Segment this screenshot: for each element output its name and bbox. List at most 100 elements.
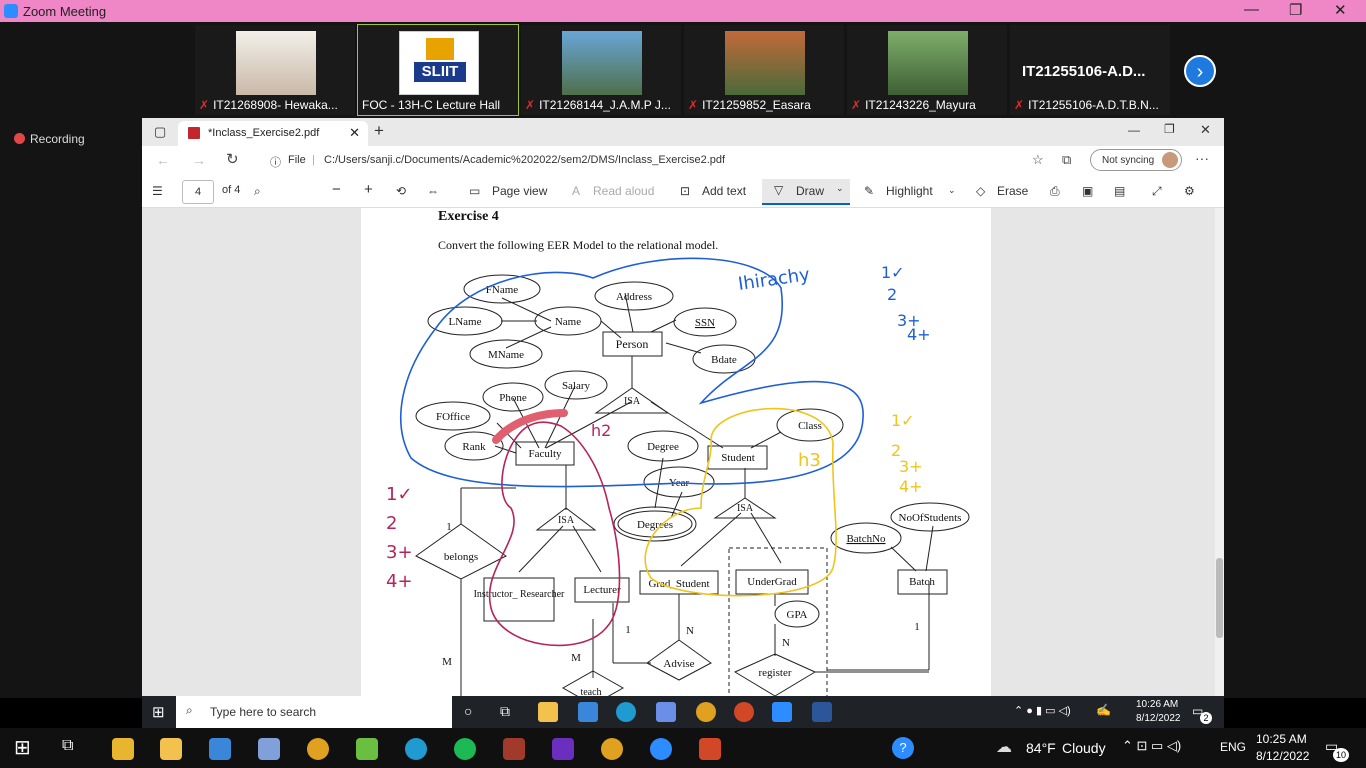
annotation-list-a-2: 2 bbox=[887, 285, 897, 304]
vertical-scrollbar[interactable] bbox=[1215, 208, 1224, 696]
refresh-icon[interactable]: ↻ bbox=[226, 150, 239, 168]
chrome-icon[interactable] bbox=[696, 702, 716, 722]
visual-studio-icon[interactable] bbox=[552, 738, 574, 760]
profile-sync-button[interactable]: Not syncing bbox=[1090, 149, 1182, 171]
cortana-icon[interactable]: ○ bbox=[464, 703, 472, 719]
participant-tile[interactable]: ✗ IT21243226_Mayura bbox=[847, 25, 1007, 115]
chevron-down-icon[interactable]: ⌄ bbox=[948, 185, 956, 196]
close-button[interactable]: ✕ bbox=[1200, 122, 1211, 138]
annotation-list-b-1: 1✓ bbox=[891, 411, 915, 430]
zoom-in-icon[interactable]: + bbox=[364, 181, 373, 198]
close-tab-icon[interactable]: ✕ bbox=[349, 125, 360, 141]
spotify-icon[interactable] bbox=[454, 738, 476, 760]
add-text-button[interactable]: Add text bbox=[702, 184, 746, 198]
edge-icon[interactable] bbox=[616, 702, 636, 722]
participant-tile[interactable]: ✗ IT21268144_J.A.M.P J... bbox=[521, 25, 681, 115]
windows-start-icon[interactable]: ⊞ bbox=[152, 703, 165, 721]
chevron-down-icon[interactable]: ⌄ bbox=[836, 183, 844, 194]
remote-search-box[interactable]: ⌕ Type here to search bbox=[176, 696, 452, 728]
chrome-icon[interactable] bbox=[307, 738, 329, 760]
file-explorer-icon[interactable] bbox=[160, 738, 182, 760]
recording-indicator[interactable]: Recording bbox=[14, 132, 85, 146]
word-icon[interactable] bbox=[812, 702, 832, 722]
entity-faculty: Faculty bbox=[529, 448, 562, 460]
participant-tile[interactable]: IT21255106-A.D... ✗ IT21255106-A.D.T.B.N.… bbox=[1010, 25, 1170, 115]
clock-time[interactable]: 10:25 AM bbox=[1256, 732, 1307, 746]
windows-start-icon[interactable]: ⊞ bbox=[14, 735, 31, 760]
isa-person: ISA bbox=[624, 396, 641, 407]
close-button[interactable]: ✕ bbox=[1334, 1, 1347, 19]
cloud-icon: ☁ bbox=[996, 739, 1012, 756]
chrome-icon-2[interactable] bbox=[601, 738, 623, 760]
save-icon[interactable]: ▣ bbox=[1082, 184, 1093, 198]
more-menu-icon[interactable]: ··· bbox=[1195, 150, 1209, 166]
participant-tile[interactable]: ✗ IT21259852_Easara bbox=[684, 25, 844, 115]
tab-actions-icon[interactable]: ▢ bbox=[154, 124, 166, 140]
file-label: File bbox=[288, 154, 306, 166]
minimize-button[interactable]: — bbox=[1244, 1, 1259, 18]
annotation-h3: h3 bbox=[798, 450, 821, 471]
attr-foffice: FOffice bbox=[436, 411, 470, 423]
powerpoint-icon[interactable] bbox=[699, 738, 721, 760]
maximize-button[interactable]: ❐ bbox=[1164, 122, 1175, 136]
remote-clock-date: 8/12/2022 bbox=[1136, 713, 1181, 724]
rotate-icon[interactable]: ⟲ bbox=[396, 184, 406, 198]
next-page-arrow-icon[interactable]: › bbox=[1184, 55, 1216, 87]
url-field[interactable]: ⓘ File | C:/Users/sanji.c/Documents/Acad… bbox=[260, 149, 1018, 173]
notepad-icon[interactable] bbox=[356, 738, 378, 760]
paint-icon[interactable] bbox=[258, 738, 280, 760]
collections-icon[interactable]: ⧉ bbox=[1062, 152, 1071, 168]
file-explorer-icon[interactable] bbox=[538, 702, 558, 722]
edge-icon[interactable] bbox=[405, 738, 427, 760]
new-tab-icon[interactable]: + bbox=[374, 121, 384, 141]
zoom-icon[interactable] bbox=[772, 702, 792, 722]
page-view-icon[interactable]: ▭ bbox=[469, 184, 480, 198]
print-icon[interactable]: ⎙ bbox=[1050, 184, 1060, 199]
mail-icon[interactable] bbox=[209, 738, 231, 760]
participant-video bbox=[562, 31, 642, 95]
clock-date[interactable]: 8/12/2022 bbox=[1256, 749, 1309, 763]
system-tray-icons[interactable]: ⌃ ● ▮ ▭ ◁) bbox=[1014, 704, 1071, 717]
zoom-out-icon[interactable]: − bbox=[332, 181, 341, 198]
forward-icon[interactable]: → bbox=[192, 152, 206, 168]
tab-pdf[interactable]: *Inclass_Exercise2.pdf ✕ bbox=[178, 121, 368, 146]
tray-icons[interactable]: ⌃ ⊡ ▭ ◁) bbox=[1122, 738, 1181, 754]
draw-button[interactable]: ▽ Draw ⌄ bbox=[762, 179, 850, 205]
read-aloud-button[interactable]: Read aloud bbox=[593, 184, 654, 198]
task-view-icon[interactable]: ⧉ bbox=[500, 703, 510, 720]
restore-button[interactable]: ❐ bbox=[1289, 1, 1302, 19]
fullscreen-icon[interactable]: ⤢ bbox=[1152, 184, 1162, 199]
scroll-thumb[interactable] bbox=[1216, 558, 1223, 638]
mail-icon[interactable] bbox=[578, 702, 598, 722]
participant-tile[interactable]: ✗ IT21268908- Hewaka... bbox=[195, 25, 355, 115]
erase-button[interactable]: Erase bbox=[997, 184, 1028, 198]
save-as-icon[interactable]: ▤ bbox=[1114, 184, 1125, 198]
minimize-button[interactable]: — bbox=[1128, 123, 1140, 137]
page-view-button[interactable]: Page view bbox=[492, 184, 547, 198]
back-icon[interactable]: ← bbox=[156, 152, 170, 168]
store-icon[interactable] bbox=[112, 738, 134, 760]
search-icon[interactable]: ⌕ bbox=[254, 184, 261, 199]
isa-faculty: ISA bbox=[558, 515, 575, 526]
help-icon[interactable]: ? bbox=[892, 737, 914, 759]
store-icon[interactable] bbox=[656, 702, 676, 722]
tab-title: *Inclass_Exercise2.pdf bbox=[208, 127, 320, 139]
powerpoint-icon[interactable] bbox=[734, 702, 754, 722]
participant-tile-active[interactable]: SLIIT FOC - 13H-C Lecture Hall bbox=[357, 24, 519, 116]
pen-icon[interactable]: ✍ bbox=[1096, 703, 1111, 717]
contents-icon[interactable]: ☰ bbox=[152, 184, 163, 198]
winrar-icon[interactable] bbox=[503, 738, 525, 760]
participant-gallery: ✗ IT21268908- Hewaka... SLIIT FOC - 13H-C… bbox=[0, 22, 1366, 118]
task-view-icon[interactable]: ⧉ bbox=[62, 737, 73, 755]
highlight-button[interactable]: Highlight bbox=[886, 184, 933, 198]
weather-temp[interactable]: 84°F bbox=[1026, 740, 1056, 756]
card-m: M bbox=[442, 656, 452, 668]
settings-gear-icon[interactable]: ⚙ bbox=[1184, 184, 1195, 198]
page-number-input[interactable]: 4 bbox=[182, 180, 214, 204]
attr-batchno: BatchNo bbox=[846, 533, 886, 545]
favorites-icon[interactable]: ☆ bbox=[1032, 152, 1044, 168]
zoom-icon[interactable] bbox=[650, 738, 672, 760]
language-indicator[interactable]: ENG bbox=[1220, 740, 1246, 754]
weather-desc[interactable]: Cloudy bbox=[1062, 740, 1106, 756]
fit-page-icon[interactable]: ⇔ bbox=[427, 184, 439, 198]
